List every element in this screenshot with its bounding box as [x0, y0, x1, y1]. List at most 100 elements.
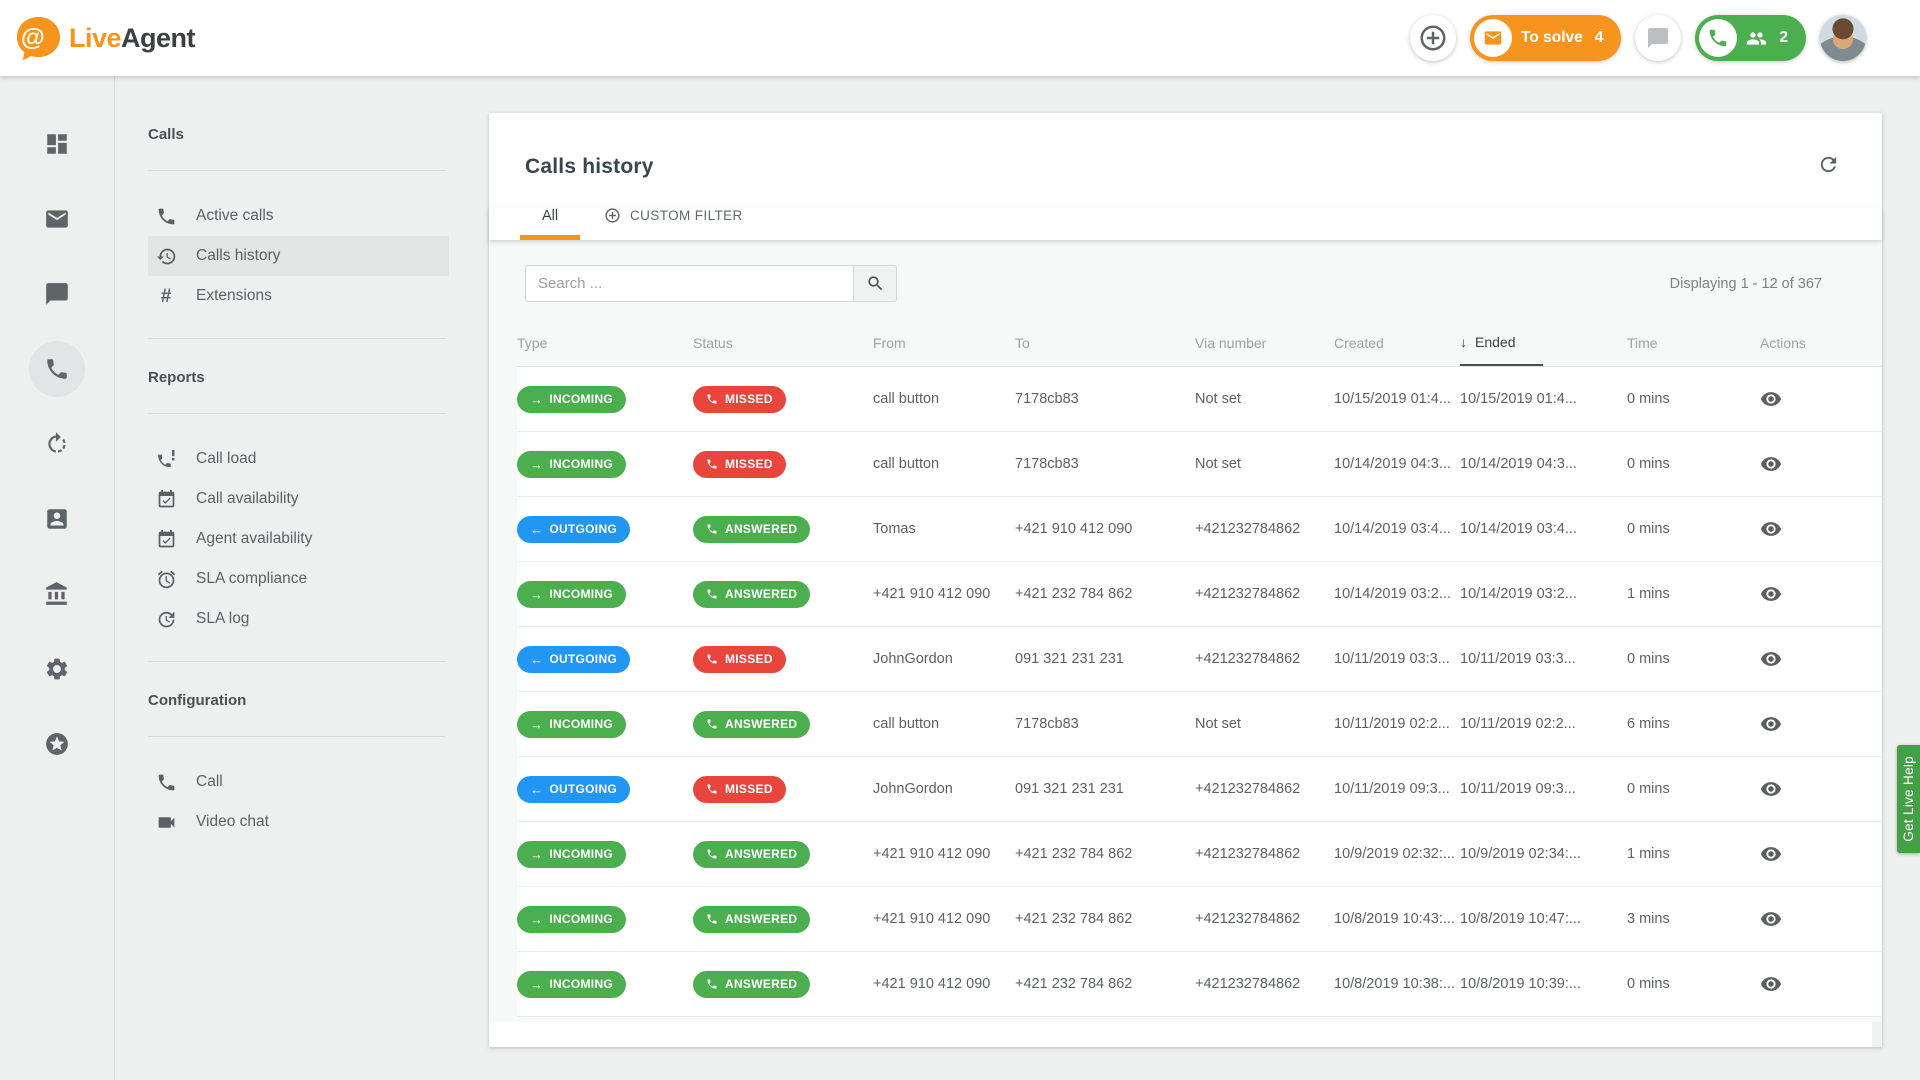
from-cell: JohnGordon [873, 781, 1015, 797]
rail-settings[interactable] [33, 645, 81, 693]
call-row[interactable]: ←OUTGOINGANSWEREDTomas+421 910 412 090+4… [517, 497, 1882, 562]
rail-calls[interactable] [29, 341, 85, 397]
call-row[interactable]: ←OUTGOINGMISSEDJohnGordon091 321 231 231… [517, 757, 1882, 822]
arrow-right-icon: → [530, 977, 543, 992]
created-cell: 10/8/2019 10:43:... [1334, 911, 1460, 927]
call-row[interactable]: →INCOMINGANSWERED+421 910 412 090+421 23… [517, 887, 1882, 952]
call-row[interactable]: →INCOMINGMISSEDcall button7178cb83Not se… [517, 367, 1882, 432]
eye-icon [1760, 908, 1782, 930]
call-row[interactable]: →INCOMINGANSWEREDcall button7178cb83Not … [517, 692, 1882, 757]
nav-item-agent-availability[interactable]: Agent availability [148, 519, 449, 559]
nav-item-label: Call load [196, 450, 256, 468]
created-cell: 10/14/2019 03:2... [1334, 586, 1460, 602]
view-call-button[interactable] [1760, 713, 1782, 735]
brand-name: LiveAgent [69, 23, 195, 54]
nav-item-label: Call [196, 773, 223, 791]
column-header-type[interactable]: Type [517, 335, 693, 351]
chats-button[interactable] [1635, 15, 1681, 61]
get-live-help-tab[interactable]: Get Live Help [1897, 745, 1920, 853]
view-call-button[interactable] [1760, 778, 1782, 800]
column-header-to[interactable]: To [1015, 335, 1195, 351]
to-cell: 7178cb83 [1015, 391, 1195, 407]
nav-item-sla-compliance[interactable]: SLA compliance [148, 559, 449, 599]
calendar-check-icon [156, 529, 177, 550]
nav-item-call-load[interactable]: Call load [148, 439, 449, 479]
column-header-status[interactable]: Status [693, 335, 873, 351]
rail-customers[interactable] [33, 495, 81, 543]
phone-icon [1707, 27, 1729, 49]
nav-item-label: Calls history [196, 247, 280, 265]
arrow-right-icon: → [530, 392, 543, 407]
time-cell: 0 mins [1627, 521, 1760, 537]
column-header-ended[interactable]: ↓Ended [1460, 319, 1627, 366]
rail-dashboard[interactable] [33, 120, 81, 168]
call-row[interactable]: ←OUTGOINGMISSEDJohnGordon091 321 231 231… [517, 627, 1882, 692]
column-header-from[interactable]: From [873, 335, 1015, 351]
nav-item-video-chat[interactable]: Video chat [148, 802, 449, 842]
nav-section-title-calls: Calls [148, 123, 455, 147]
call-row[interactable]: →INCOMINGANSWERED+421 910 412 090+421 23… [517, 822, 1882, 887]
created-cell: 10/11/2019 09:3... [1334, 781, 1460, 797]
column-header-created[interactable]: Created [1334, 335, 1460, 351]
nav-item-extensions[interactable]: #Extensions [148, 276, 449, 316]
arrow-right-icon: → [530, 717, 543, 732]
rail-company[interactable] [33, 570, 81, 618]
header-actions: To solve 4 2 [1410, 15, 1866, 61]
get-live-help-label: Get Live Help [1901, 756, 1916, 842]
from-cell: +421 910 412 090 [873, 586, 1015, 602]
column-header-actions[interactable]: Actions [1760, 335, 1882, 351]
available-calls-button[interactable]: 2 [1695, 15, 1806, 61]
nav-item-active-calls[interactable]: Active calls [148, 196, 449, 236]
view-call-button[interactable] [1760, 453, 1782, 475]
type-badge: ←OUTGOING [517, 776, 630, 803]
add-new-button[interactable] [1410, 15, 1456, 61]
nav-section-title-reports: Reports [148, 366, 455, 390]
refresh-button[interactable] [1815, 151, 1842, 181]
eye-icon [1760, 648, 1782, 670]
view-call-button[interactable] [1760, 583, 1782, 605]
user-avatar[interactable] [1820, 15, 1866, 61]
status-badge: MISSED [693, 776, 786, 803]
from-cell: Tomas [873, 521, 1015, 537]
call-row[interactable]: →INCOMINGANSWERED+421 910 412 090+421 23… [517, 562, 1882, 627]
rail-chats[interactable] [33, 270, 81, 318]
arrow-left-icon: ← [530, 652, 543, 667]
view-call-button[interactable] [1760, 388, 1782, 410]
status-badge: ANSWERED [693, 516, 810, 543]
view-call-button[interactable] [1760, 843, 1782, 865]
nav-item-call-availability[interactable]: Call availability [148, 479, 449, 519]
ended-cell: 10/8/2019 10:47:... [1460, 911, 1627, 927]
view-call-button[interactable] [1760, 518, 1782, 540]
ended-cell: 10/11/2019 02:2... [1460, 716, 1627, 732]
search-button[interactable] [853, 265, 897, 302]
type-badge: ←OUTGOING [517, 516, 630, 543]
ended-cell: 10/14/2019 03:2... [1460, 586, 1627, 602]
nav-item-sla-log[interactable]: SLA log [148, 599, 449, 639]
nav-item-call[interactable]: Call [148, 762, 449, 802]
alarm-log-icon [156, 609, 177, 630]
rail-starred[interactable] [33, 720, 81, 768]
view-call-button[interactable] [1760, 648, 1782, 670]
ended-cell: 10/11/2019 09:3... [1460, 781, 1627, 797]
view-call-button[interactable] [1760, 973, 1782, 995]
nav-item-calls-history[interactable]: Calls history [148, 236, 449, 276]
to-solve-button[interactable]: To solve 4 [1470, 15, 1621, 61]
type-badge: →INCOMING [517, 906, 626, 933]
time-cell: 0 mins [1627, 391, 1760, 407]
to-cell: +421 232 784 862 [1015, 976, 1195, 992]
column-header-via[interactable]: Via number [1195, 335, 1334, 351]
rail-automation[interactable] [33, 420, 81, 468]
brand-logo[interactable]: @ LiveAgent [14, 16, 195, 61]
call-row[interactable]: →INCOMINGANSWERED+421 910 412 090+421 23… [517, 952, 1882, 1017]
column-header-time[interactable]: Time [1627, 335, 1760, 351]
rail-tickets[interactable] [33, 195, 81, 243]
view-call-button[interactable] [1760, 908, 1782, 930]
refresh-icon [1817, 153, 1840, 176]
call-row[interactable]: →INCOMINGMISSEDcall button7178cb83Not se… [517, 432, 1882, 497]
section-divider [148, 413, 445, 414]
arrow-right-icon: → [530, 587, 543, 602]
plus-circle-icon [604, 207, 621, 224]
tab-custom-filter[interactable]: CUSTOM FILTER [604, 207, 743, 240]
tab-all[interactable]: All [520, 208, 580, 240]
search-input[interactable] [525, 265, 853, 302]
